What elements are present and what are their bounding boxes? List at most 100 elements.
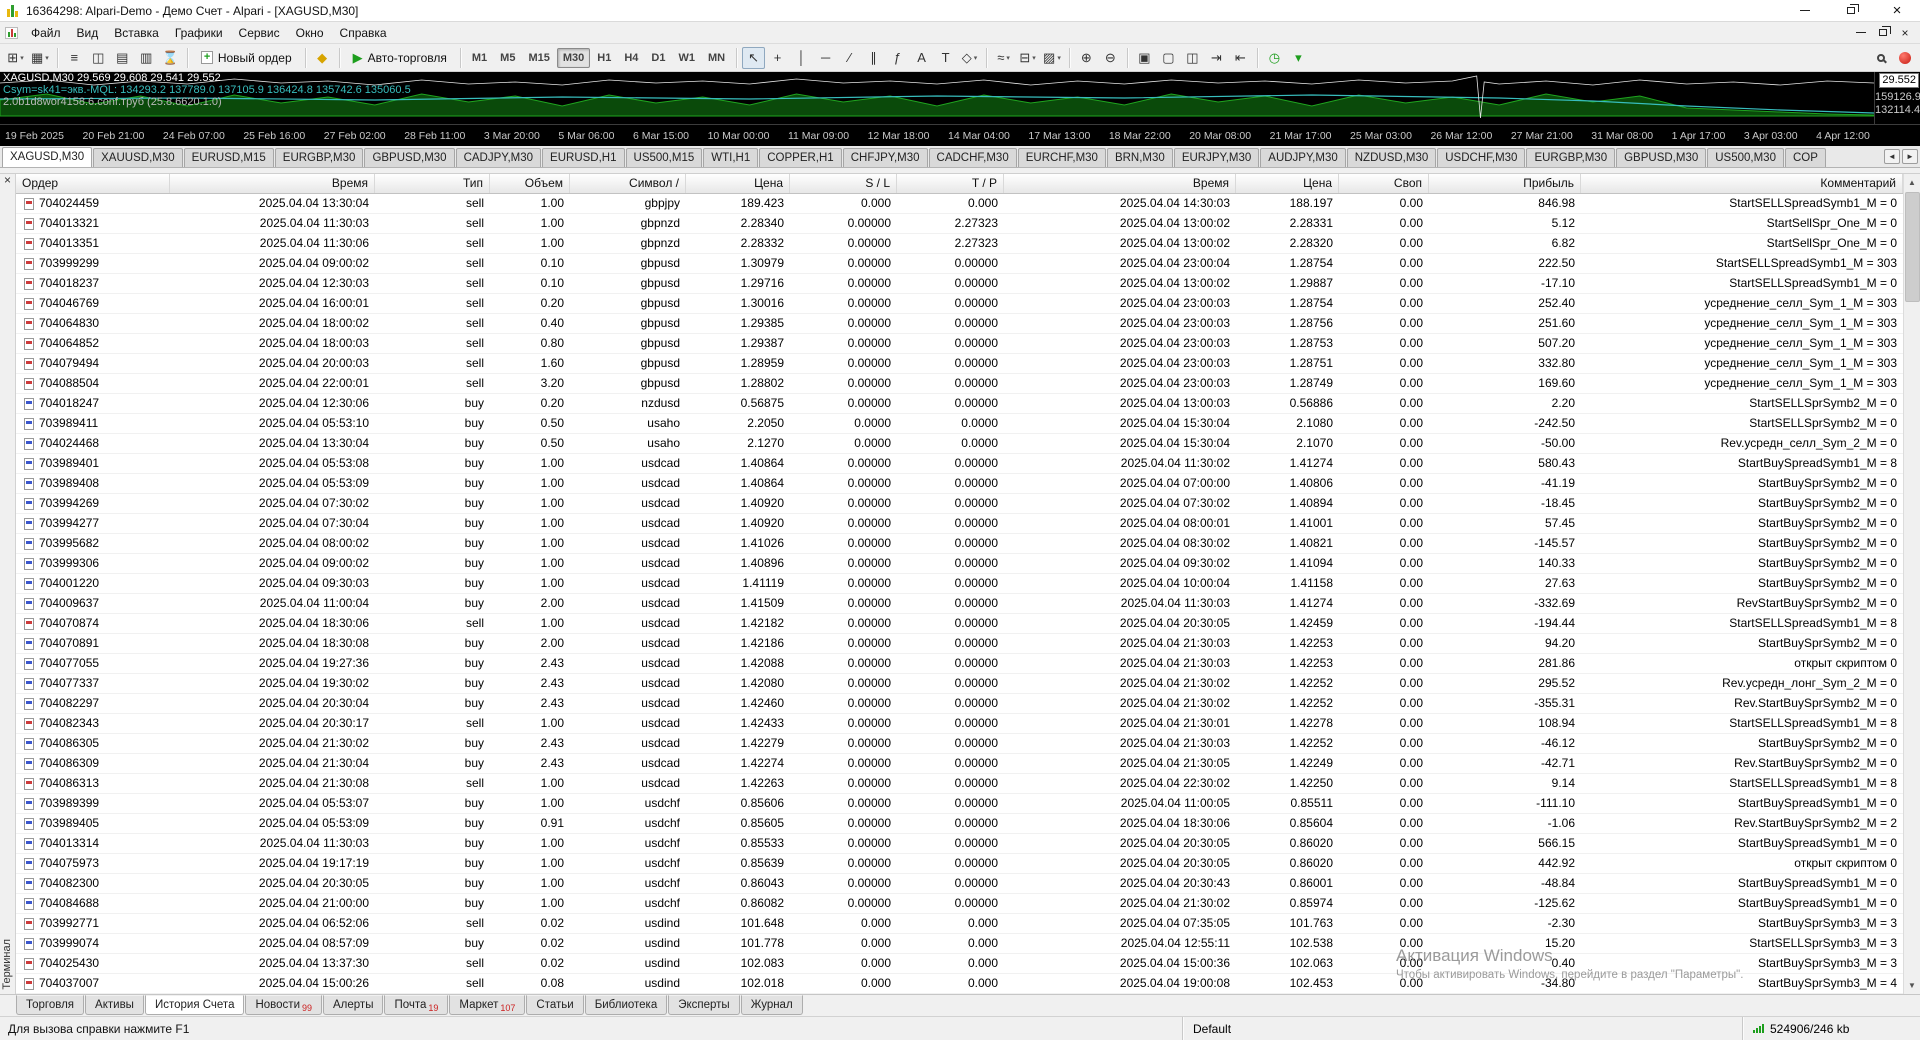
chart-tab[interactable]: EURGBP,M30 xyxy=(274,148,364,167)
chart-tab[interactable]: US500,M15 xyxy=(625,148,703,167)
table-row[interactable]: 703989399 2025.04.04 05:53:07 buy 1.00 u… xyxy=(16,794,1903,814)
chart-tab[interactable]: US500,M30 xyxy=(1707,148,1784,167)
auto-scroll-button[interactable]: ⇥ xyxy=(1205,47,1228,69)
navigator-button[interactable]: ▤ xyxy=(111,47,134,69)
vertical-line-button[interactable]: │ xyxy=(790,47,813,69)
mql5-icon[interactable] xyxy=(1893,47,1916,69)
menu-item[interactable]: Окно xyxy=(288,23,332,43)
table-row[interactable]: 704018247 2025.04.04 12:30:06 buy 0.20 n… xyxy=(16,394,1903,414)
tile-vertical-button[interactable]: ◫ xyxy=(1181,47,1204,69)
channel-button[interactable]: ∥ xyxy=(862,47,885,69)
menu-item[interactable]: Графики xyxy=(167,23,231,43)
column-header[interactable]: Символ / xyxy=(570,174,686,193)
column-header[interactable]: T / P xyxy=(897,174,1004,193)
crosshair-button[interactable]: + xyxy=(766,47,789,69)
chart-shift-button[interactable]: ⇤ xyxy=(1229,47,1252,69)
chart-tab[interactable]: NZDUSD,M30 xyxy=(1346,148,1437,167)
scroll-up-icon[interactable]: ▲ xyxy=(1904,174,1920,191)
terminal-tab[interactable]: Активы xyxy=(85,995,144,1015)
child-close-icon[interactable]: × xyxy=(1896,25,1914,41)
chart-tab[interactable]: EURUSD,M15 xyxy=(183,148,274,167)
terminal-tab[interactable]: Эксперты xyxy=(668,995,740,1015)
table-row[interactable]: 703999306 2025.04.04 09:00:02 buy 1.00 u… xyxy=(16,554,1903,574)
tile-windows-button[interactable]: ▣ xyxy=(1133,47,1156,69)
table-row[interactable]: 703989411 2025.04.04 05:53:10 buy 0.50 u… xyxy=(16,414,1903,434)
zoom-in-button[interactable]: ⊕ xyxy=(1075,47,1098,69)
chart-tab[interactable]: CHFJPY,M30 xyxy=(842,148,928,167)
column-header[interactable]: Своп xyxy=(1339,174,1429,193)
column-header[interactable]: Объем xyxy=(490,174,570,193)
table-row[interactable]: 704082297 2025.04.04 20:30:04 buy 2.43 u… xyxy=(16,694,1903,714)
table-row[interactable]: 704037007 2025.04.04 15:00:26 sell 0.08 … xyxy=(16,974,1903,994)
table-row[interactable]: 704009637 2025.04.04 11:00:04 buy 2.00 u… xyxy=(16,594,1903,614)
table-row[interactable]: 703999299 2025.04.04 09:00:02 sell 0.10 … xyxy=(16,254,1903,274)
column-header[interactable]: Прибыль xyxy=(1429,174,1581,193)
timeframe-m1-button[interactable]: M1 xyxy=(466,48,493,68)
fibonacci-button[interactable]: ƒ xyxy=(886,47,909,69)
table-row[interactable]: 704013351 2025.04.04 11:30:06 sell 1.00 … xyxy=(16,234,1903,254)
horizontal-line-button[interactable]: ─ xyxy=(814,47,837,69)
scroll-down-icon[interactable]: ▼ xyxy=(1904,977,1920,994)
chart-tab[interactable]: EURCHF,M30 xyxy=(1017,148,1106,167)
metaeditor-icon[interactable]: ◆ xyxy=(311,47,334,69)
timeframe-m15-button[interactable]: M15 xyxy=(522,48,555,68)
table-row[interactable]: 704001220 2025.04.04 09:30:03 buy 1.00 u… xyxy=(16,574,1903,594)
terminal-tab[interactable]: История Счета xyxy=(144,995,245,1015)
scrollbar-thumb[interactable] xyxy=(1904,192,1920,302)
column-header[interactable]: Ордер xyxy=(16,174,170,193)
chart-tab[interactable]: CADCHF,M30 xyxy=(928,148,1017,167)
scheduler-button[interactable]: ◷ xyxy=(1263,47,1286,69)
timeframe-d1-button[interactable]: D1 xyxy=(645,48,671,68)
table-row[interactable]: 704013314 2025.04.04 11:30:03 buy 1.00 u… xyxy=(16,834,1903,854)
status-profile[interactable]: Default xyxy=(1182,1017,1742,1040)
table-row[interactable]: 704086309 2025.04.04 21:30:04 buy 2.43 u… xyxy=(16,754,1903,774)
column-header[interactable]: Время xyxy=(170,174,375,193)
text-button[interactable]: A xyxy=(910,47,933,69)
table-row[interactable]: 704075973 2025.04.04 19:17:19 buy 1.00 u… xyxy=(16,854,1903,874)
chart-tab[interactable]: COP xyxy=(1784,148,1826,167)
menu-item[interactable]: Вид xyxy=(69,23,107,43)
close-icon[interactable]: × xyxy=(1874,0,1920,21)
table-row[interactable]: 703994277 2025.04.04 07:30:04 buy 1.00 u… xyxy=(16,514,1903,534)
chart-tab[interactable]: WTI,H1 xyxy=(703,148,759,167)
strategy-tester-button[interactable]: ⌛ xyxy=(159,47,182,69)
table-row[interactable]: 704086305 2025.04.04 21:30:02 buy 2.43 u… xyxy=(16,734,1903,754)
terminal-tab[interactable]: Журнал xyxy=(740,995,803,1015)
chart-tab[interactable]: EURGBP,M30 xyxy=(1526,148,1616,167)
table-row[interactable]: 703994269 2025.04.04 07:30:02 buy 1.00 u… xyxy=(16,494,1903,514)
table-row[interactable]: 704077337 2025.04.04 19:30:02 buy 2.43 u… xyxy=(16,674,1903,694)
terminal-button[interactable]: ▥ xyxy=(135,47,158,69)
chart-tab[interactable]: BRN,M30 xyxy=(1106,148,1173,167)
terminal-tab[interactable]: Новости 99 xyxy=(245,995,323,1015)
cascade-windows-button[interactable]: ▢ xyxy=(1157,47,1180,69)
table-row[interactable]: 703999074 2025.04.04 08:57:09 buy 0.02 u… xyxy=(16,934,1903,954)
chart-tab[interactable]: EURJPY,M30 xyxy=(1173,148,1260,167)
child-restore-icon[interactable] xyxy=(1874,25,1892,41)
menu-item[interactable]: Справка xyxy=(332,23,395,43)
profiles-button[interactable]: ▦ ▾ xyxy=(28,47,52,69)
table-row[interactable]: 704088504 2025.04.04 22:00:01 sell 3.20 … xyxy=(16,374,1903,394)
table-row[interactable]: 704086313 2025.04.04 21:30:08 sell 1.00 … xyxy=(16,774,1903,794)
tabs-scroll-right-icon[interactable]: ► xyxy=(1902,149,1918,164)
child-minimize-icon[interactable] xyxy=(1852,25,1870,41)
column-header[interactable]: Цена xyxy=(686,174,790,193)
terminal-tab[interactable]: Торговля xyxy=(16,995,85,1015)
column-header[interactable]: Время xyxy=(1004,174,1236,193)
table-row[interactable]: 704079494 2025.04.04 20:00:03 sell 1.60 … xyxy=(16,354,1903,374)
autotrade-button[interactable]: ▶ Авто-торговля xyxy=(345,47,455,69)
timeframe-h4-button[interactable]: H4 xyxy=(618,48,644,68)
chart-tab[interactable]: GBPUSD,M30 xyxy=(364,148,455,167)
terminal-tab[interactable]: Почта 19 xyxy=(384,995,449,1015)
menu-item[interactable]: Вставка xyxy=(106,23,167,43)
table-row[interactable]: 704024468 2025.04.04 13:30:04 buy 0.50 u… xyxy=(16,434,1903,454)
minimize-icon[interactable] xyxy=(1782,0,1828,21)
timeframe-m30-button[interactable]: M30 xyxy=(556,47,591,68)
chart-tab[interactable]: XAGUSD,M30 xyxy=(2,147,93,167)
timeframe-mn-button[interactable]: MN xyxy=(702,48,731,68)
table-row[interactable]: 704070891 2025.04.04 18:30:08 buy 2.00 u… xyxy=(16,634,1903,654)
data-window-button[interactable]: ◫ xyxy=(87,47,110,69)
timeframe-h1-button[interactable]: H1 xyxy=(591,48,617,68)
templates-button[interactable]: ▨ ▾ xyxy=(1040,47,1064,69)
chart-tab[interactable]: GBPUSD,M30 xyxy=(1616,148,1707,167)
table-row[interactable]: 704018237 2025.04.04 12:30:03 sell 0.10 … xyxy=(16,274,1903,294)
